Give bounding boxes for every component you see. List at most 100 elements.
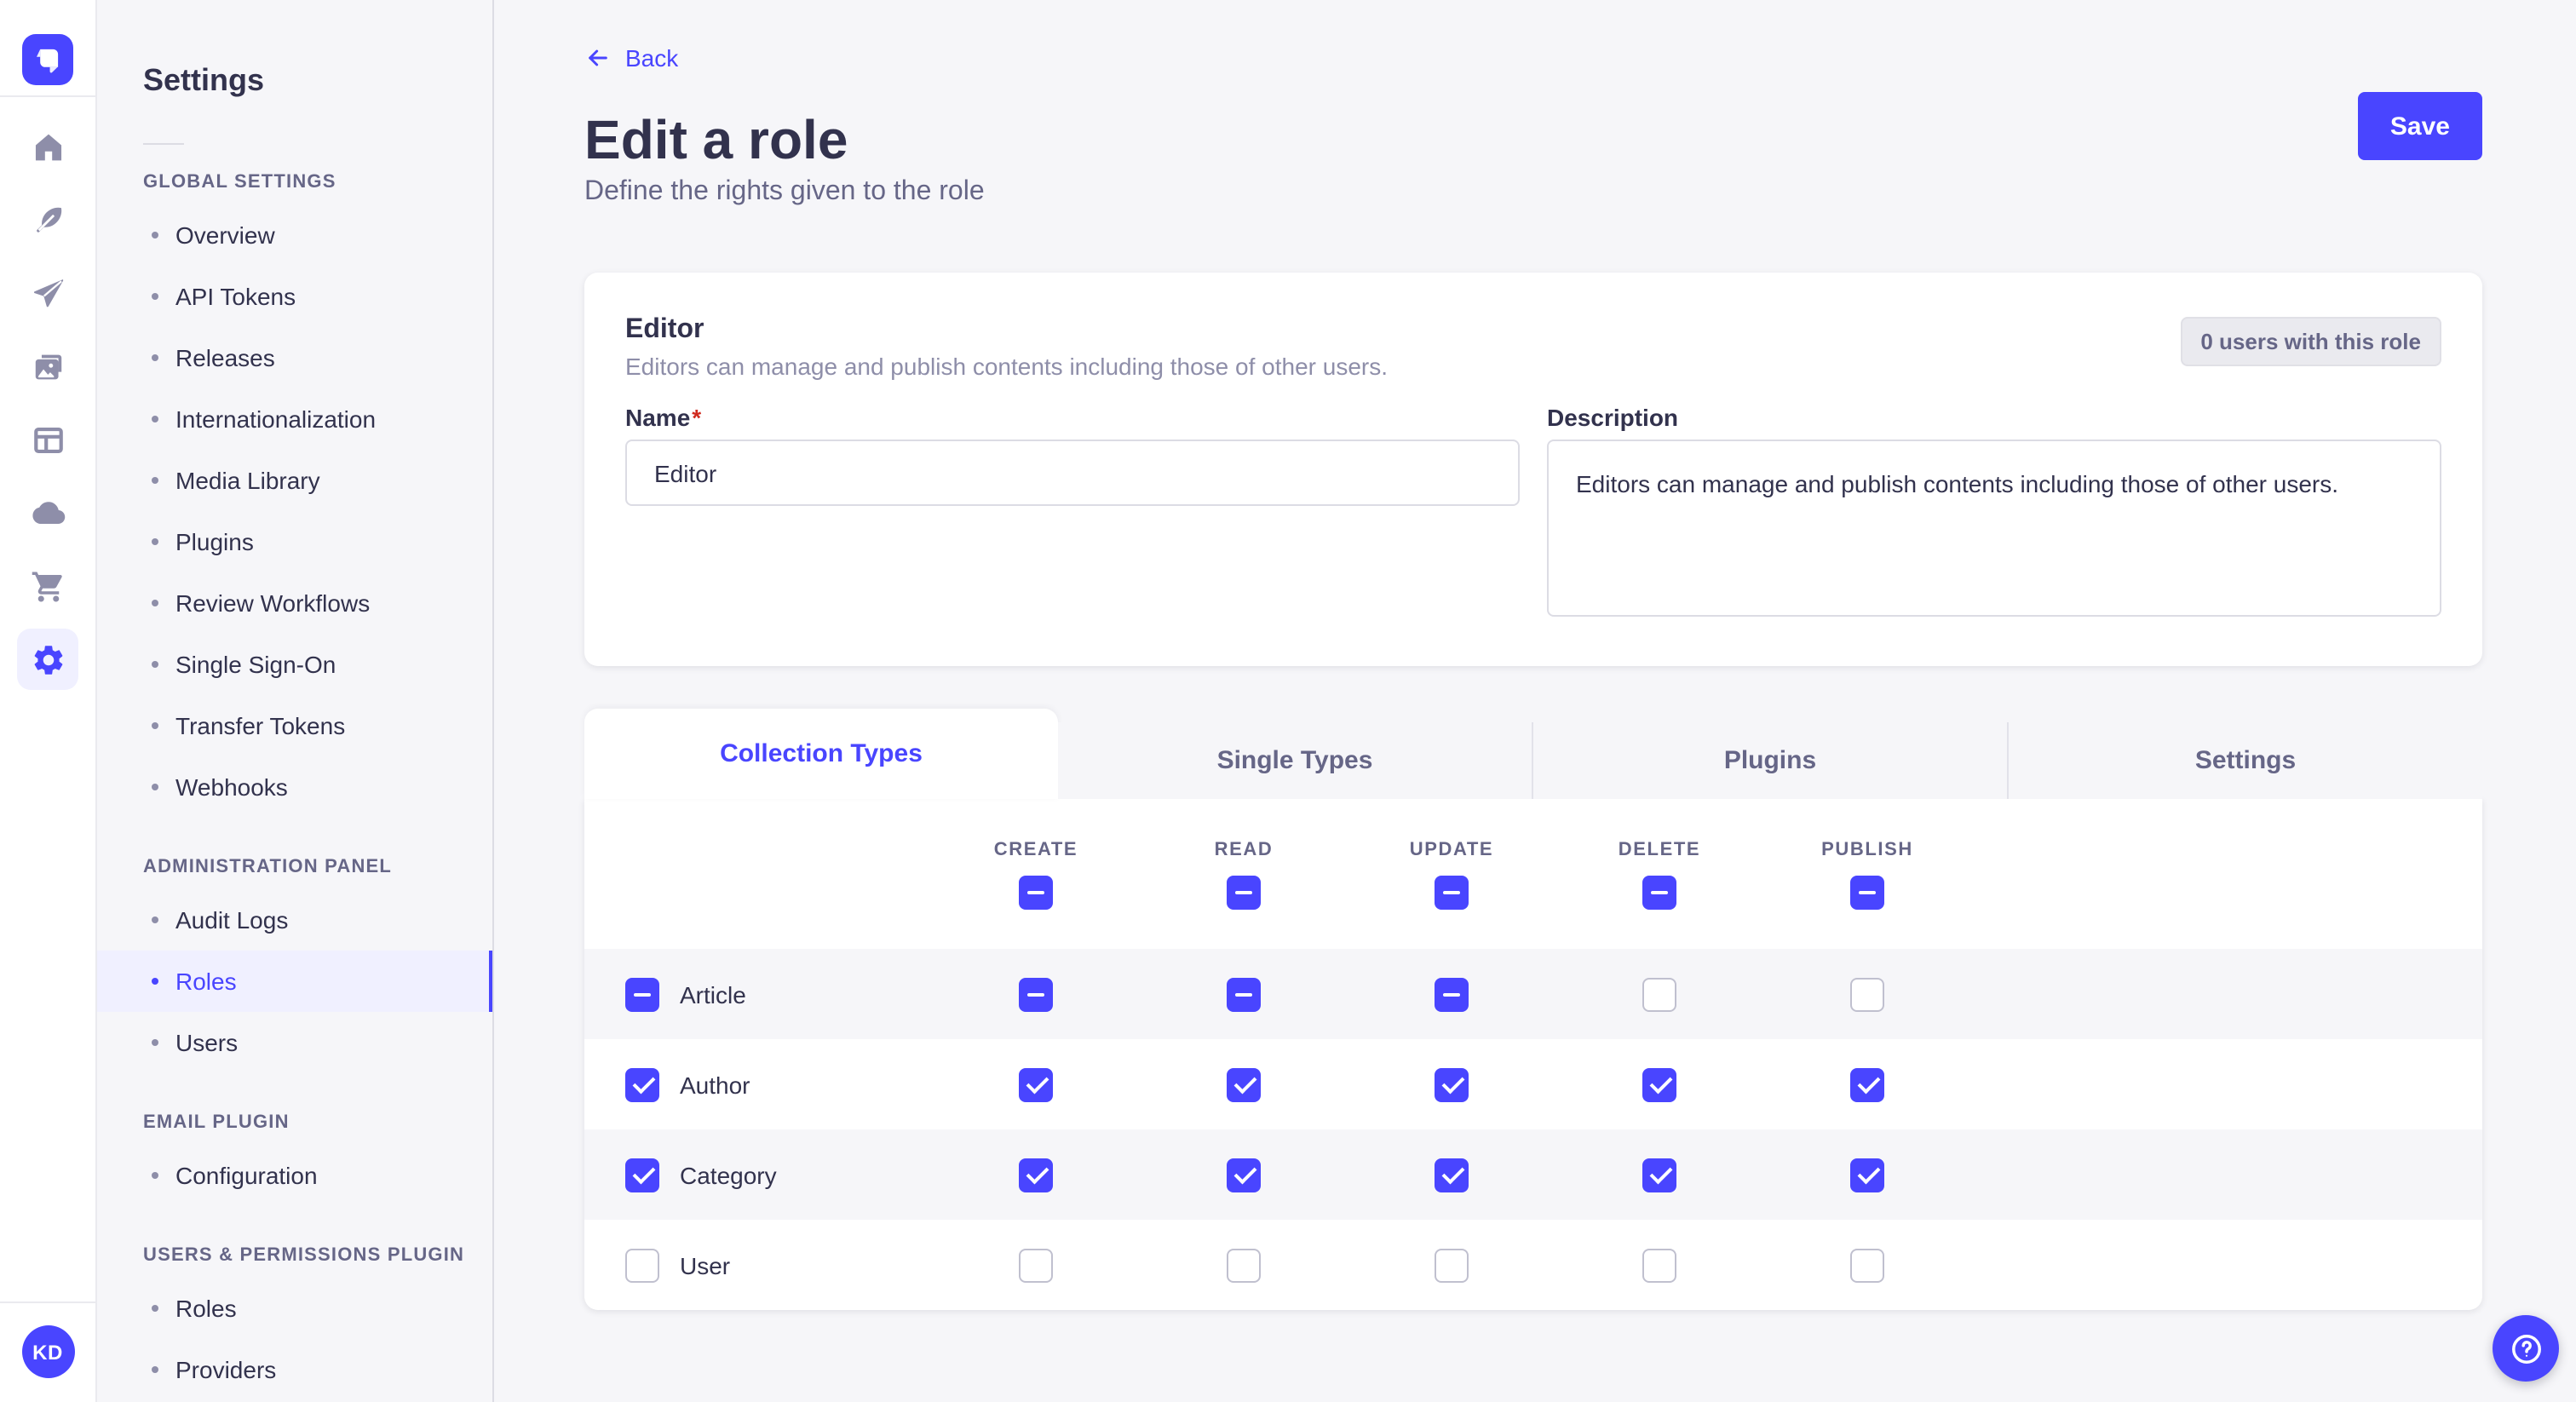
role-name-heading: Editor bbox=[625, 313, 2441, 348]
permission-column: CREATE bbox=[932, 839, 1140, 909]
sidebar-item-providers[interactable]: Providers bbox=[97, 1339, 492, 1400]
sidebar-item-media-library[interactable]: Media Library bbox=[97, 450, 492, 511]
permission-checkbox[interactable] bbox=[1435, 1248, 1469, 1282]
user-avatar[interactable]: KD bbox=[21, 1325, 74, 1378]
permission-checkbox[interactable] bbox=[1019, 1248, 1053, 1282]
sidebar-item-webhooks[interactable]: Webhooks bbox=[97, 756, 492, 818]
column-select-checkbox[interactable] bbox=[1850, 875, 1884, 909]
sidebar-item-review-workflows[interactable]: Review Workflows bbox=[97, 572, 492, 634]
bullet-icon bbox=[152, 477, 158, 484]
sidebar-section-header: ADMINISTRATION PANEL bbox=[97, 845, 492, 889]
sidebar-item-label: Users bbox=[175, 1029, 238, 1056]
bullet-icon bbox=[152, 1172, 158, 1179]
permission-column: READ bbox=[1140, 839, 1348, 909]
role-description-textarea[interactable]: Editors can manage and publish contents … bbox=[1547, 440, 2441, 617]
rail-item-layout[interactable] bbox=[17, 404, 78, 477]
permission-checkbox[interactable] bbox=[1642, 1158, 1676, 1192]
sidebar-item-plugins[interactable]: Plugins bbox=[97, 511, 492, 572]
permission-checkbox[interactable] bbox=[1019, 1067, 1053, 1101]
sidebar-item-configuration[interactable]: Configuration bbox=[97, 1145, 492, 1206]
bullet-icon bbox=[152, 1305, 158, 1312]
sidebar-item-releases[interactable]: Releases bbox=[97, 327, 492, 388]
sidebar-item-users[interactable]: Users bbox=[97, 1012, 492, 1073]
bullet-icon bbox=[152, 784, 158, 790]
description-label: Description bbox=[1547, 404, 2441, 433]
cloud-icon bbox=[30, 496, 66, 531]
settings-sidebar: Settings GLOBAL SETTINGS Overview API To… bbox=[97, 0, 494, 1402]
sidebar-sections: GLOBAL SETTINGS Overview API Tokens Rele… bbox=[97, 160, 492, 1400]
column-select-checkbox[interactable] bbox=[1019, 875, 1053, 909]
permission-row-author: Author bbox=[584, 1039, 2482, 1129]
rail-item-paper-plane[interactable] bbox=[17, 257, 78, 330]
permission-checkbox[interactable] bbox=[1227, 1158, 1261, 1192]
users-count-badge[interactable]: 0 users with this role bbox=[2180, 317, 2441, 366]
row-select-checkbox[interactable] bbox=[625, 977, 659, 1011]
row-select-checkbox[interactable] bbox=[625, 1067, 659, 1101]
column-select-checkbox[interactable] bbox=[1642, 875, 1676, 909]
permission-checkbox[interactable] bbox=[1850, 977, 1884, 1011]
permission-checkbox[interactable] bbox=[1227, 1067, 1261, 1101]
rail-item-shopping-cart[interactable] bbox=[17, 550, 78, 623]
save-button[interactable]: Save bbox=[2358, 92, 2482, 160]
sidebar-title-divider bbox=[143, 143, 184, 145]
rail-item-settings-gear[interactable] bbox=[17, 629, 78, 690]
permission-checkbox[interactable] bbox=[1435, 977, 1469, 1011]
help-button[interactable] bbox=[2493, 1315, 2559, 1382]
column-label: CREATE bbox=[994, 839, 1078, 859]
sidebar-item-label: Single Sign-On bbox=[175, 651, 336, 678]
sidebar-section-header: USERS & PERMISSIONS PLUGIN bbox=[97, 1233, 492, 1278]
permission-checkbox[interactable] bbox=[1642, 977, 1676, 1011]
rail-item-cloud[interactable] bbox=[17, 477, 78, 550]
back-link[interactable]: Back bbox=[584, 44, 678, 72]
tab-label: Single Types bbox=[1217, 746, 1373, 775]
sidebar-item-label: Webhooks bbox=[175, 773, 288, 801]
permission-checkbox[interactable] bbox=[1642, 1248, 1676, 1282]
tab-collection-types[interactable]: Collection Types bbox=[584, 709, 1058, 799]
permissions-rows: Article Author Category User bbox=[584, 949, 2482, 1310]
sidebar-item-audit-logs[interactable]: Audit Logs bbox=[97, 889, 492, 951]
sidebar-item-label: Providers bbox=[175, 1356, 276, 1383]
permission-checkbox[interactable] bbox=[1019, 1158, 1053, 1192]
rail-item-feather[interactable] bbox=[17, 184, 78, 257]
sidebar-title: Settings bbox=[143, 61, 492, 99]
permission-checkbox[interactable] bbox=[1850, 1067, 1884, 1101]
permission-checkbox[interactable] bbox=[1435, 1067, 1469, 1101]
permission-checkbox[interactable] bbox=[1642, 1067, 1676, 1101]
permissions-tabs: Collection Types Single Types Plugins Se… bbox=[584, 709, 2482, 799]
column-label: PUBLISH bbox=[1821, 839, 1913, 859]
column-label: READ bbox=[1215, 839, 1274, 859]
permission-checkbox[interactable] bbox=[1850, 1248, 1884, 1282]
sidebar-item-roles[interactable]: Roles bbox=[97, 951, 492, 1012]
permission-column: DELETE bbox=[1555, 839, 1763, 909]
role-name-input[interactable] bbox=[625, 440, 1520, 506]
row-select-checkbox[interactable] bbox=[625, 1158, 659, 1192]
row-select-checkbox[interactable] bbox=[625, 1248, 659, 1282]
sidebar-item-internationalization[interactable]: Internationalization bbox=[97, 388, 492, 450]
sidebar-item-roles[interactable]: Roles bbox=[97, 1278, 492, 1339]
bullet-icon bbox=[152, 354, 158, 361]
tab-settings[interactable]: Settings bbox=[2007, 722, 2482, 799]
permission-checkbox[interactable] bbox=[1019, 977, 1053, 1011]
sidebar-item-single-sign-on[interactable]: Single Sign-On bbox=[97, 634, 492, 695]
sidebar-item-api-tokens[interactable]: API Tokens bbox=[97, 266, 492, 327]
column-select-checkbox[interactable] bbox=[1227, 875, 1261, 909]
rail-item-home[interactable] bbox=[17, 111, 78, 184]
tab-plugins[interactable]: Plugins bbox=[1532, 722, 2007, 799]
tab-single-types[interactable]: Single Types bbox=[1058, 722, 1532, 799]
rail-item-media-library[interactable] bbox=[17, 330, 78, 404]
sidebar-item-label: Plugins bbox=[175, 528, 254, 555]
permission-row-user: User bbox=[584, 1220, 2482, 1310]
sidebar-item-overview[interactable]: Overview bbox=[97, 204, 492, 266]
bullet-icon bbox=[152, 293, 158, 300]
permission-checkbox[interactable] bbox=[1227, 977, 1261, 1011]
permission-checkbox[interactable] bbox=[1850, 1158, 1884, 1192]
media-library-icon bbox=[30, 349, 66, 385]
permission-checkbox[interactable] bbox=[1227, 1248, 1261, 1282]
sidebar-item-transfer-tokens[interactable]: Transfer Tokens bbox=[97, 695, 492, 756]
tab-label: Plugins bbox=[1724, 746, 1816, 775]
column-select-checkbox[interactable] bbox=[1435, 875, 1469, 909]
sidebar-item-label: Internationalization bbox=[175, 405, 376, 433]
permission-checkbox[interactable] bbox=[1435, 1158, 1469, 1192]
strapi-logo-icon[interactable] bbox=[22, 34, 73, 85]
page-title: Edit a role bbox=[584, 109, 2482, 170]
